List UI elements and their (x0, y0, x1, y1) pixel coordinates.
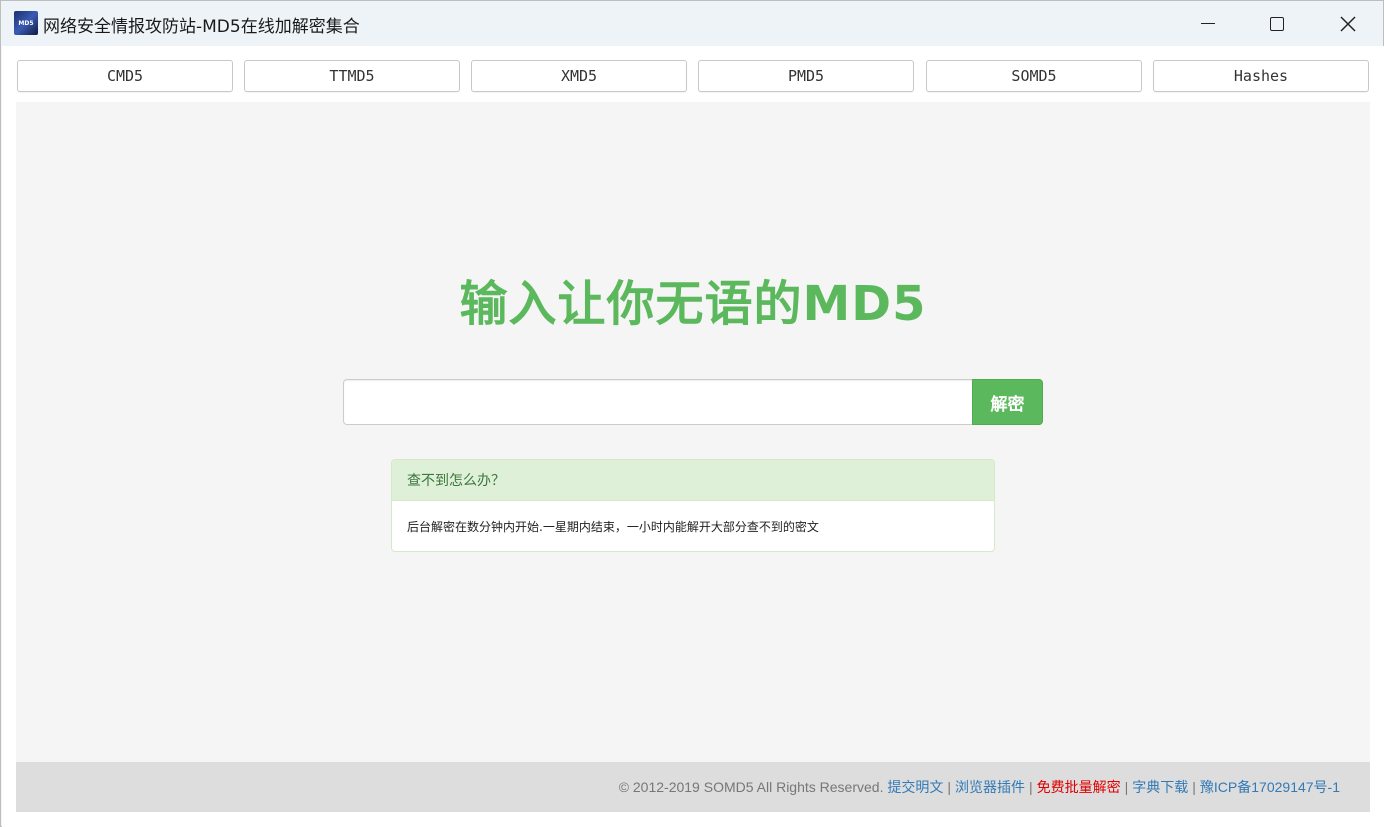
nav-button-somd5[interactable]: SOMD5 (926, 60, 1142, 92)
minimize-button[interactable] (1185, 1, 1231, 46)
footer-separator: | (1192, 779, 1196, 795)
free-batch-decrypt-link[interactable]: 免费批量解密 (1037, 777, 1121, 797)
help-panel-title: 查不到怎么办？ (392, 460, 994, 501)
close-button[interactable] (1325, 1, 1371, 46)
footer-separator: | (1029, 779, 1033, 795)
maximize-button[interactable] (1254, 1, 1300, 46)
submit-plaintext-link[interactable]: 提交明文 (887, 777, 943, 797)
decrypt-button[interactable]: 解密 (972, 379, 1043, 425)
client-area: CMD5 TTMD5 XMD5 PMD5 SOMD5 Hashes 输入让你无语… (2, 46, 1384, 827)
maximize-icon (1270, 16, 1284, 31)
nav-button-xmd5[interactable]: XMD5 (471, 60, 687, 92)
app-window: MD5 网络安全情报攻防站-MD5在线加解密集合 CMD5 TTMD5 XMD5… (0, 0, 1384, 827)
footer-separator: | (1124, 779, 1129, 795)
nav-button-pmd5[interactable]: PMD5 (698, 60, 914, 92)
site-nav: CMD5 TTMD5 XMD5 PMD5 SOMD5 Hashes (2, 46, 1384, 102)
footer-separator: | (947, 779, 951, 795)
nav-button-hashes[interactable]: Hashes (1153, 60, 1369, 92)
app-logo-icon: MD5 (14, 11, 38, 35)
window-title: 网络安全情报攻防站-MD5在线加解密集合 (43, 17, 360, 37)
copyright-text: © 2012-2019 SOMD5 All Rights Reserved. (618, 779, 884, 795)
title-bar: MD5 网络安全情报攻防站-MD5在线加解密集合 (1, 1, 1383, 46)
footer: © 2012-2019 SOMD5 All Rights Reserved. 提… (16, 762, 1370, 812)
nav-button-ttmd5[interactable]: TTMD5 (244, 60, 460, 92)
icp-record-link[interactable]: 豫ICP备17029147号-1 (1200, 777, 1340, 797)
nav-button-cmd5[interactable]: CMD5 (17, 60, 233, 92)
close-icon (1340, 15, 1356, 32)
help-panel: 查不到怎么办？ 后台解密在数分钟内开始.一星期内结束，一小时内能解开大部分查不到… (391, 459, 995, 552)
app-logo-text: MD5 (18, 19, 34, 27)
minimize-icon (1201, 22, 1215, 25)
browser-plugin-link[interactable]: 浏览器插件 (955, 777, 1025, 797)
main-content: 输入让你无语的MD5 解密 查不到怎么办？ 后台解密在数分钟内开始.一星期内结束… (16, 102, 1370, 762)
page-headline: 输入让你无语的MD5 (459, 276, 927, 332)
dictionary-download-link[interactable]: 字典下载 (1132, 777, 1188, 797)
md5-input[interactable] (343, 379, 973, 425)
help-panel-body: 后台解密在数分钟内开始.一星期内结束，一小时内能解开大部分查不到的密文 (407, 519, 819, 534)
